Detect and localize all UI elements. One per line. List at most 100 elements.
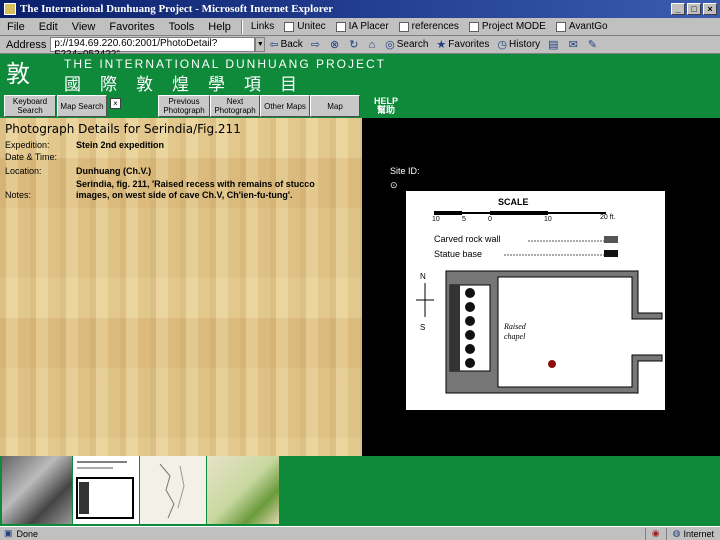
legend-rock-wall: Carved rock wall (434, 234, 501, 244)
notes-value: Serindia, fig. 211, 'Raised recess with … (76, 179, 315, 200)
menu-edit[interactable]: Edit (32, 21, 65, 33)
statue-base-marker (465, 358, 475, 368)
search-icon: ◎ (385, 39, 395, 51)
legend-statue-swatch (604, 250, 618, 257)
refresh-button[interactable]: ↻ (345, 38, 364, 51)
legend-statue-base: Statue base (434, 249, 482, 259)
menu-favorites[interactable]: Favorites (102, 21, 161, 33)
statue-base-marker (465, 344, 475, 354)
mail-button[interactable]: ✉ (565, 38, 584, 51)
other-maps-button[interactable]: Other Maps (260, 95, 310, 117)
back-arrow-icon: ⇦ (269, 39, 279, 51)
link-project-mode[interactable]: Project MODE (464, 21, 551, 32)
page-icon (335, 21, 346, 32)
link-ia-placer-label: IA Placer (348, 21, 389, 32)
next-photograph-button[interactable]: Next Photograph (210, 95, 260, 117)
history-button[interactable]: ◷ History (493, 38, 544, 51)
refresh-icon: ↻ (349, 39, 359, 51)
forward-arrow-icon: ⇨ (310, 39, 321, 51)
mail-icon: ✉ (568, 39, 578, 51)
home-icon: ⌂ (368, 38, 376, 51)
link-references-label: references (411, 21, 459, 32)
links-label: Links (250, 21, 275, 32)
minimize-button[interactable]: _ (671, 3, 685, 15)
zone-label: Internet (683, 528, 714, 539)
print-icon: ▤ (548, 39, 559, 51)
thumb-map-route (177, 465, 185, 509)
close-button[interactable]: × (703, 3, 717, 15)
map-search-button[interactable]: Map Search (57, 95, 107, 117)
link-references[interactable]: references (394, 21, 464, 32)
help-label-chinese: 幫助 (376, 105, 395, 115)
location-value: Dunhuang (Ch.V.) (76, 166, 152, 176)
statue-base-marker (465, 288, 475, 298)
status-bar: ▣ Done ◉ ◍ Internet (0, 526, 720, 540)
idp-logo[interactable]: 敦 (6, 58, 30, 90)
security-icon: ◉ (651, 528, 660, 538)
statue-base-strip (450, 285, 460, 371)
site-plan-drawing: SCALE 10 5 0 10 20 ft. Carved rock wall … (416, 197, 663, 394)
previous-photograph-button[interactable]: Previous Photograph (158, 95, 210, 117)
address-dropdown-button[interactable]: ▼ (255, 37, 266, 52)
status-text: Done (16, 528, 39, 539)
link-avantgo-label: AvantGo (568, 21, 608, 32)
keyword-search-button[interactable]: Keyboard Search (4, 95, 56, 117)
site-header: 敦 THE INTERNATIONAL DUNHUANG PROJECT 國際敦… (0, 54, 720, 95)
site-id-label: Site ID: (390, 166, 420, 176)
statue-base-marker (465, 316, 475, 326)
menu-view[interactable]: View (65, 21, 103, 33)
page-icon (398, 21, 409, 32)
thumbnail-strip (0, 456, 720, 526)
scale-tick-20: 20 ft. (600, 214, 616, 221)
address-input[interactable]: p://194.69.220.60:2001/PhotoDetail?F224~… (50, 37, 256, 60)
print-button[interactable]: ▤ (544, 38, 564, 51)
statue-base-marker (465, 302, 475, 312)
map-button[interactable]: Map (310, 95, 360, 117)
link-unitec[interactable]: Unitec (279, 21, 330, 32)
page-done-icon: ▣ (4, 528, 13, 538)
window-title: The International Dunhuang Project - Mic… (20, 3, 334, 15)
location-label: Location: (5, 166, 42, 176)
site-plan-image[interactable]: SCALE 10 5 0 10 20 ft. Carved rock wall … (406, 191, 665, 410)
photo-viewer-panel: Site ID: ⊙ SCALE 10 5 0 10 20 ft. Carved… (362, 118, 720, 456)
photo-position-marker[interactable] (548, 360, 556, 368)
page-icon (468, 21, 479, 32)
site-navbar: Keyboard Search Map Search × Previous Ph… (0, 94, 720, 118)
site-id-marker-icon[interactable]: ⊙ (390, 180, 398, 191)
favorites-button[interactable]: ★ Favorites (432, 38, 493, 51)
broken-image-icon: × (110, 98, 121, 109)
thumbnail-site-plan[interactable] (73, 456, 139, 524)
stop-button[interactable]: ⊗ (326, 38, 345, 51)
edit-button[interactable]: ✎ (584, 38, 603, 51)
forward-button[interactable]: ⇨ (307, 38, 326, 51)
link-ia-placer[interactable]: IA Placer (331, 21, 394, 32)
page-icon (555, 21, 566, 32)
menu-help[interactable]: Help (201, 21, 238, 33)
help-button[interactable]: HELP 幫助 (362, 95, 410, 117)
search-button[interactable]: ◎ Search (381, 38, 432, 51)
date-label: Date & Time: (5, 152, 58, 162)
back-button[interactable]: ⇦ Back (265, 38, 306, 51)
link-unitec-label: Unitec (297, 21, 326, 32)
menu-tools[interactable]: Tools (162, 21, 202, 33)
page-title: Photograph Details for Serindia/Fig.211 (5, 122, 241, 136)
history-label: History (509, 39, 541, 50)
edit-icon: ✎ (587, 39, 597, 51)
thumb-plan-recess (79, 482, 89, 514)
menu-file[interactable]: File (0, 21, 32, 33)
scale-bar-segment (434, 211, 462, 215)
home-button[interactable]: ⌂ (364, 39, 381, 51)
stop-icon: ⊗ (330, 39, 340, 51)
thumbnail-region-map[interactable] (207, 456, 279, 524)
favorites-label: Favorites (448, 39, 490, 50)
thumbnail-cave-photo[interactable] (2, 456, 72, 524)
maximize-button[interactable]: □ (687, 3, 701, 15)
scale-tick-10b: 10 (544, 216, 552, 223)
ie-app-icon (4, 3, 16, 15)
thumbnail-map-sketch[interactable] (140, 456, 206, 524)
scale-title: SCALE (498, 197, 529, 207)
scale-bar-segment (490, 211, 548, 215)
page-icon (284, 21, 295, 32)
link-avantgo[interactable]: AvantGo (551, 21, 613, 32)
search-label: Search (396, 39, 429, 50)
